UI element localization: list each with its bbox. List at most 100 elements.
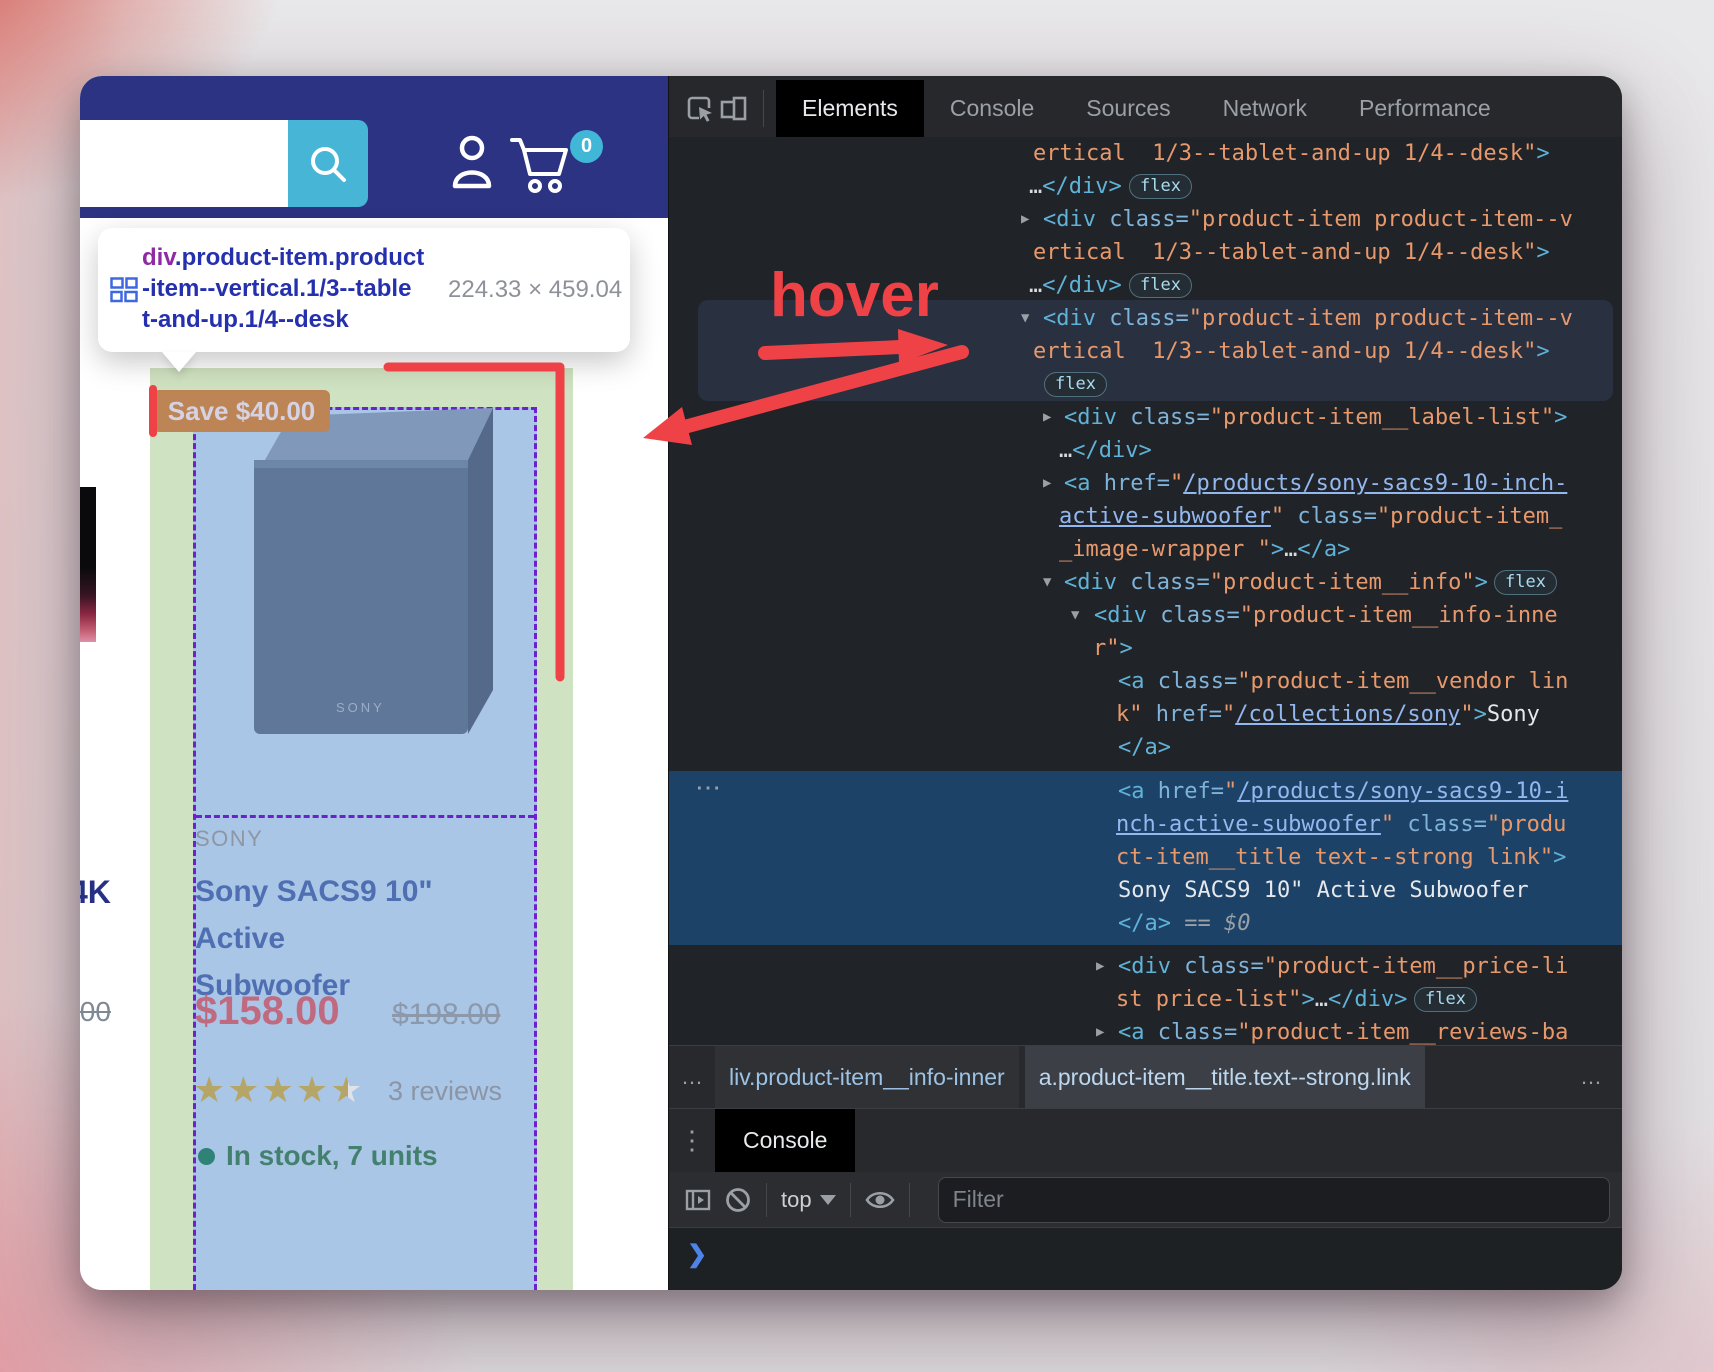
expand-arrow-icon[interactable]: ▶ — [1021, 203, 1029, 236]
product-image[interactable]: SONY — [250, 390, 500, 740]
clear-console-icon[interactable] — [724, 1186, 752, 1214]
console-drawer-tabbar: Console — [669, 1108, 1622, 1172]
tree-row[interactable]: …</div>flex — [669, 170, 1622, 203]
drawer-menu-icon[interactable] — [669, 1109, 715, 1172]
search-input[interactable] — [80, 120, 288, 207]
breadcrumb-trailing-icon[interactable]: … — [1568, 1046, 1622, 1108]
breadcrumb: … liv.product-item__info-inner a.product… — [669, 1045, 1622, 1108]
tree-row[interactable]: ct-item__title text--strong link"> — [669, 841, 1622, 874]
tree-row[interactable]: ertical 1/3--tablet-and-up 1/4--desk"> — [669, 335, 1622, 368]
inspect-element-button[interactable] — [683, 80, 717, 137]
expand-arrow-icon[interactable]: ▶ — [1043, 467, 1051, 500]
stock-dot-icon — [198, 1148, 215, 1165]
tree-row[interactable]: ertical 1/3--tablet-and-up 1/4--desk"> — [669, 137, 1622, 170]
adjacent-product-title: 4K — [80, 874, 111, 911]
context-selector[interactable]: top — [781, 1187, 812, 1213]
browser-window: 0 4K .00 Save $40.00 SONY SONY Sony — [80, 76, 1622, 1290]
price-compare: $198.00 — [392, 998, 500, 1032]
flex-badge[interactable]: flex — [1129, 273, 1192, 298]
reviews-link[interactable]: 3 reviews — [388, 1076, 502, 1107]
console-output: ❯ — [669, 1228, 1622, 1290]
tree-row[interactable]: ▶<div class="product-item__label-list"> — [669, 401, 1622, 434]
breadcrumb-overflow-icon[interactable]: … — [669, 1046, 715, 1108]
expand-arrow-icon[interactable]: ▼ — [1043, 566, 1051, 599]
stock-status: In stock, 7 units — [226, 1140, 438, 1172]
tree-row[interactable]: <a class="product-item__vendor lin — [669, 665, 1622, 698]
tree-row[interactable]: </a> == $0 — [669, 907, 1622, 940]
expand-arrow-icon[interactable]: ▶ — [1096, 1016, 1104, 1045]
tree-row[interactable]: st price-list">…</div>flex — [669, 983, 1622, 1016]
toolbar-separator — [766, 1183, 767, 1217]
breadcrumb-item-info-inner[interactable]: liv.product-item__info-inner — [715, 1046, 1019, 1108]
expand-arrow-icon[interactable]: ▶ — [1096, 950, 1104, 983]
price-current: $158.00 — [195, 989, 340, 1034]
tree-row[interactable]: k" href="/collections/sony">Sony — [669, 698, 1622, 731]
inspect-cursor-icon — [686, 95, 714, 123]
devtools-panel: ElementsConsoleSourcesNetworkPerformance… — [668, 76, 1622, 1290]
tab-console-drawer[interactable]: Console — [715, 1109, 855, 1172]
product-title-link[interactable]: Sony SACS9 10" Active Subwoofer — [195, 868, 525, 1009]
star-icon: ★★ — [330, 1069, 362, 1111]
tree-row[interactable]: </a> — [669, 731, 1622, 764]
chevron-down-icon — [820, 1195, 836, 1205]
tooltip-pointer — [162, 352, 196, 372]
tree-row[interactable]: ▶<a href="/products/sony-sacs9-10-inch- — [669, 467, 1622, 500]
tooltip-selector-tag: div — [142, 244, 175, 271]
search-button[interactable] — [288, 120, 368, 207]
tree-row[interactable]: ▼<div class="product-item__info">flex — [669, 566, 1622, 599]
tree-row[interactable]: ertical 1/3--tablet-and-up 1/4--desk"> — [669, 236, 1622, 269]
console-prompt[interactable]: ❯ — [687, 1240, 707, 1269]
vendor-label: SONY — [195, 826, 263, 852]
account-button[interactable] — [452, 134, 492, 192]
toolbar-separator — [850, 1183, 851, 1217]
star-rating: ★★★★★★ — [193, 1069, 364, 1111]
tree-row[interactable]: Sony SACS9 10" Active Subwoofer — [669, 874, 1622, 907]
toolbar-separator — [763, 90, 764, 127]
person-icon — [455, 138, 489, 186]
tree-row[interactable]: r"> — [669, 632, 1622, 665]
expand-arrow-icon[interactable]: ▼ — [1021, 302, 1029, 335]
tab-sources[interactable]: Sources — [1060, 80, 1196, 137]
tooltip-selector: div.product-item.product-item--vertical.… — [142, 242, 448, 335]
tree-row[interactable]: _image-wrapper ">…</a> — [669, 533, 1622, 566]
tab-performance[interactable]: Performance — [1333, 80, 1517, 137]
expand-arrow-icon[interactable]: ▶ — [1043, 401, 1051, 434]
star-icon: ★ — [193, 1069, 225, 1111]
tree-row[interactable]: active-subwoofer" class="product-item_ — [669, 500, 1622, 533]
flex-badge[interactable]: flex — [1414, 987, 1477, 1012]
star-icon: ★ — [296, 1069, 328, 1111]
device-toolbar-icon — [720, 95, 748, 123]
console-filter-input[interactable] — [938, 1177, 1610, 1223]
inspect-overlay-divider — [196, 815, 534, 818]
adjacent-product-price: .00 — [80, 996, 111, 1028]
breadcrumb-item-title-link[interactable]: a.product-item__title.text--strong.link — [1025, 1046, 1425, 1108]
tab-elements[interactable]: Elements — [776, 80, 924, 137]
storefront-page: 0 4K .00 Save $40.00 SONY SONY Sony — [80, 76, 668, 1290]
tree-row[interactable]: …</div> — [669, 434, 1622, 467]
tree-row[interactable]: flex — [669, 368, 1622, 401]
flex-badge[interactable]: flex — [1044, 372, 1107, 397]
tab-network[interactable]: Network — [1197, 80, 1333, 137]
tree-row[interactable]: ▼<div class="product-item product-item--… — [669, 302, 1622, 335]
tree-row[interactable]: <a href="/products/sony-sacs9-10-i — [669, 775, 1622, 808]
star-icon: ★ — [227, 1069, 259, 1111]
device-toolbar-button[interactable] — [717, 80, 751, 137]
expand-arrow-icon[interactable]: ▼ — [1071, 599, 1079, 632]
cart-count-badge: 0 — [570, 130, 603, 163]
cart-button[interactable] — [510, 136, 572, 196]
tree-row[interactable]: ▼<div class="product-item__info-inne — [669, 599, 1622, 632]
tree-row[interactable]: ▶<div class="product-item__price-li — [669, 950, 1622, 983]
devtools-tabbar: ElementsConsoleSourcesNetworkPerformance — [669, 76, 1622, 137]
eye-icon[interactable] — [865, 1188, 895, 1212]
console-sidebar-icon[interactable] — [685, 1187, 711, 1213]
console-toolbar: top — [669, 1172, 1622, 1228]
element-grid-icon — [110, 277, 138, 303]
tab-console[interactable]: Console — [924, 80, 1060, 137]
tree-row[interactable]: …</div>flex — [669, 269, 1622, 302]
flex-badge[interactable]: flex — [1494, 570, 1557, 595]
tree-row[interactable]: ▶<a class="product-item__reviews-ba — [669, 1016, 1622, 1045]
tree-row[interactable]: nch-active-subwoofer" class="produ — [669, 808, 1622, 841]
elements-tree: ⋯ ertical 1/3--tablet-and-up 1/4--desk">… — [669, 137, 1622, 1045]
tree-row[interactable]: ▶<div class="product-item product-item--… — [669, 203, 1622, 236]
flex-badge[interactable]: flex — [1129, 174, 1192, 199]
